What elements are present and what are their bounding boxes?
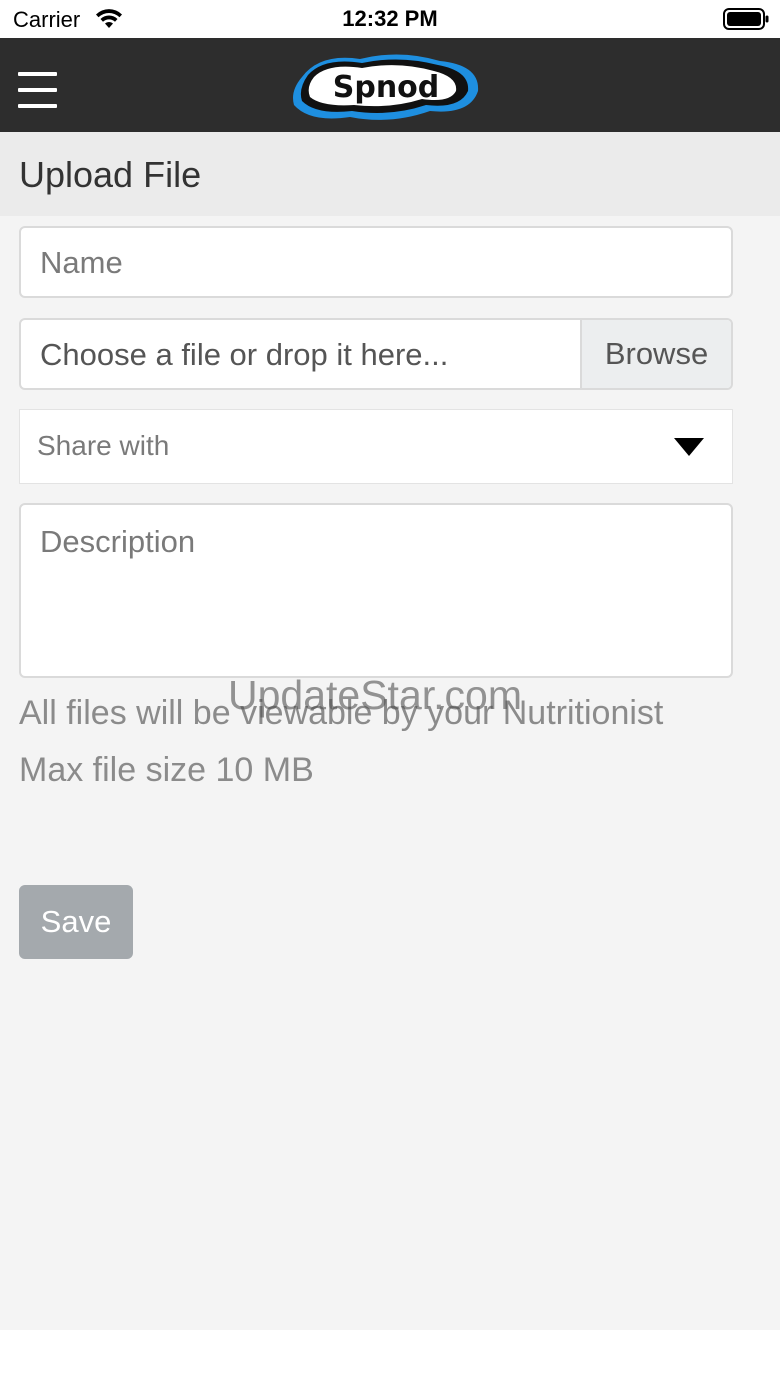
max-size-notice: Max file size 10 MB (19, 751, 314, 789)
share-with-placeholder: Share with (37, 430, 170, 461)
app-header: Spnod (0, 38, 780, 132)
page-title: Upload File (19, 154, 202, 195)
status-bar: Carrier 12:32 PM (0, 0, 780, 38)
name-placeholder: Name (40, 245, 123, 280)
page-body: Upload File Name Choose a file or drop i… (0, 132, 780, 1330)
menu-button[interactable] (18, 72, 58, 108)
save-button[interactable]: Save (19, 885, 133, 959)
svg-text:Spnod: Spnod (333, 70, 440, 105)
hamburger-menu-icon (18, 72, 57, 76)
name-field[interactable]: Name (19, 226, 733, 298)
file-placeholder: Choose a file or drop it here... (40, 337, 449, 372)
battery-icon (723, 8, 769, 30)
description-placeholder: Description (40, 524, 196, 559)
spnod-logo[interactable]: Spnod (290, 47, 482, 125)
description-field[interactable]: Description (19, 503, 733, 678)
page-title-bar: Upload File (0, 132, 780, 216)
share-with-select[interactable]: Share with (19, 409, 733, 484)
chevron-down-icon (674, 438, 704, 456)
file-chooser[interactable]: Choose a file or drop it here... Browse (19, 318, 733, 390)
watermark: UpdateStar.com (228, 672, 522, 718)
clock: 12:32 PM (342, 6, 438, 31)
browse-button[interactable]: Browse (580, 320, 731, 388)
